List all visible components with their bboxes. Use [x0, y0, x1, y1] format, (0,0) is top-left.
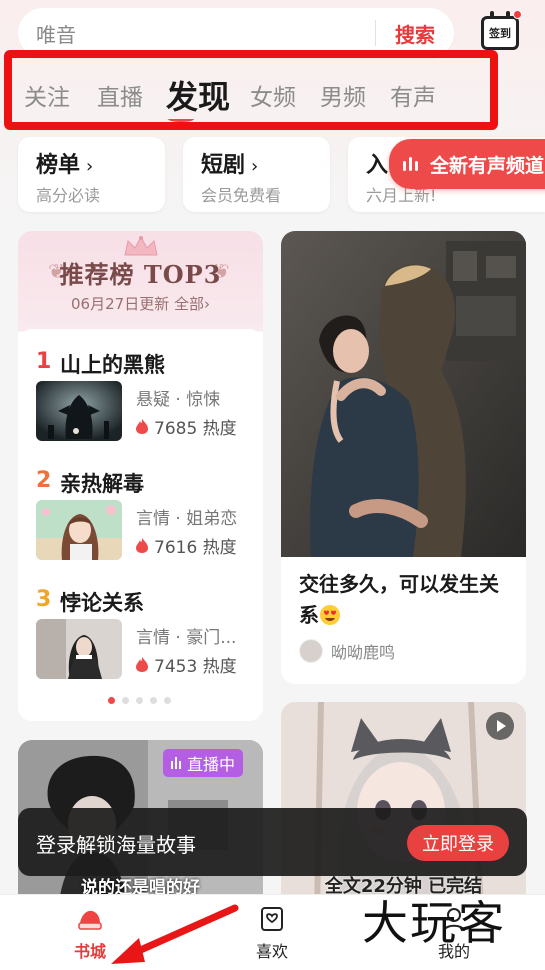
book-cover: [36, 619, 122, 679]
page-dot: [136, 697, 143, 704]
post-image: [281, 231, 526, 557]
signin-label: 签到: [489, 27, 511, 40]
entry-rankings[interactable]: 榜单 › 高分必读: [18, 137, 165, 212]
calendar-icon: 签到: [481, 16, 519, 50]
signin-button[interactable]: 签到: [478, 10, 522, 54]
page-dot: [108, 697, 115, 704]
search-button[interactable]: 搜索: [376, 19, 454, 48]
chevron-right-icon: ›: [86, 156, 94, 177]
watermark: 大玩客: [362, 896, 506, 950]
rank-number: 2: [36, 468, 52, 493]
tab-male[interactable]: 男频: [320, 78, 366, 112]
book-title: 悖论关系: [60, 591, 144, 615]
book-tags: 悬疑 · 惊悚: [136, 390, 221, 410]
tab-female[interactable]: 女频: [250, 78, 296, 112]
post-card[interactable]: 交往多久，可以发生关系 呦呦鹿鸣: [281, 231, 526, 684]
ranking-update-link[interactable]: 06月27日更新 全部›: [18, 293, 263, 314]
category-tabs: 关注 直播 发现 女频 男频 有声: [4, 50, 498, 130]
post-author[interactable]: 呦呦鹿鸣: [299, 639, 395, 663]
ranking-card[interactable]: ❦ ❦ 推荐榜 TOP3 06月27日更新 全部› 1 山上的黑熊 悬疑 · 惊…: [18, 231, 263, 721]
annotation-arrow: [111, 904, 239, 964]
page-dot: [164, 697, 171, 704]
entry-title: 榜单: [36, 153, 81, 178]
ranking-list: 1 山上的黑熊 悬疑 · 惊悚 7685 热度 2 亲热解毒 言情 · 姐弟恋 …: [18, 329, 263, 721]
heat-value: 7685 热度: [154, 419, 237, 439]
entry-subtitle: 高分必读: [36, 186, 101, 205]
ranking-item[interactable]: 1 山上的黑熊 悬疑 · 惊悚 7685 热度: [18, 349, 263, 467]
crown-icon: [124, 235, 158, 256]
audio-channel-banner[interactable]: 全新有声频道: [389, 139, 545, 189]
rank-number: 3: [36, 587, 52, 612]
page-dot: [150, 697, 157, 704]
book-heat: 7685 热度: [136, 414, 237, 439]
fire-icon: [136, 538, 148, 553]
audio-channel-label: 全新有声频道: [430, 154, 545, 177]
book-tags: 言情 · 姐弟恋: [136, 509, 238, 529]
active-tab-underline: [168, 116, 194, 122]
tab-discover[interactable]: 发现: [166, 72, 231, 122]
book-cover: [36, 500, 122, 560]
book-title: 山上的黑熊: [60, 353, 165, 377]
heat-value: 7453 热度: [154, 657, 237, 677]
login-button[interactable]: 立即登录: [407, 825, 509, 861]
ranking-item[interactable]: 3 悖论关系 言情 · 豪门... 7453 热度: [18, 587, 263, 705]
tab-live[interactable]: 直播: [97, 78, 143, 112]
chevron-right-icon: ›: [251, 156, 259, 177]
tab-audio[interactable]: 有声: [390, 78, 436, 112]
tab-discover-label: 发现: [166, 78, 231, 116]
notification-dot: [513, 10, 522, 19]
heart-eyes-emoji-icon: [320, 605, 340, 625]
tab-follow[interactable]: 关注: [24, 78, 70, 112]
post-title: 交往多久，可以发生关系: [299, 569, 514, 631]
book-heat: 7453 热度: [136, 652, 237, 677]
ranking-item[interactable]: 2 亲热解毒 言情 · 姐弟恋 7616 热度: [18, 468, 263, 586]
nav-label: 喜欢: [255, 942, 288, 961]
search-input[interactable]: 唯音: [18, 19, 375, 48]
entry-short-drama[interactable]: 短剧 › 会员免费看: [183, 137, 330, 212]
heart-bookmark-icon: [261, 907, 283, 931]
nav-favorites[interactable]: 喜欢: [227, 905, 317, 962]
live-badge: 直播中: [163, 749, 244, 777]
play-icon[interactable]: [486, 712, 514, 740]
ranking-title: 推荐榜 TOP3: [59, 260, 222, 289]
heat-value: 7616 热度: [154, 538, 237, 558]
video-card[interactable]: 全文22分钟 已完结: [281, 702, 526, 912]
login-toast: 登录解锁海量故事 立即登录: [18, 808, 527, 876]
fire-icon: [136, 657, 148, 672]
ranking-pagination: [108, 697, 171, 704]
live-bars-icon: [171, 757, 181, 769]
book-title: 亲热解毒: [60, 472, 144, 496]
book-tags: 言情 · 豪门...: [136, 628, 237, 648]
book-cover: [36, 381, 122, 441]
live-badge-label: 直播中: [187, 755, 236, 774]
entry-title: 短剧: [201, 153, 246, 178]
bookstore-icon: [78, 910, 102, 930]
rank-number: 1: [36, 349, 52, 374]
book-heat: 7616 热度: [136, 533, 237, 558]
ranking-header: ❦ ❦ 推荐榜 TOP3 06月27日更新 全部›: [18, 231, 263, 329]
entry-title: 入: [366, 153, 389, 178]
fire-icon: [136, 419, 148, 434]
avatar: [299, 639, 323, 663]
audio-bars-icon: [403, 157, 418, 171]
entry-subtitle: 会员免费看: [201, 186, 282, 205]
author-name: 呦呦鹿鸣: [331, 643, 396, 662]
page-dot: [122, 697, 129, 704]
login-message: 登录解锁海量故事: [36, 833, 196, 857]
